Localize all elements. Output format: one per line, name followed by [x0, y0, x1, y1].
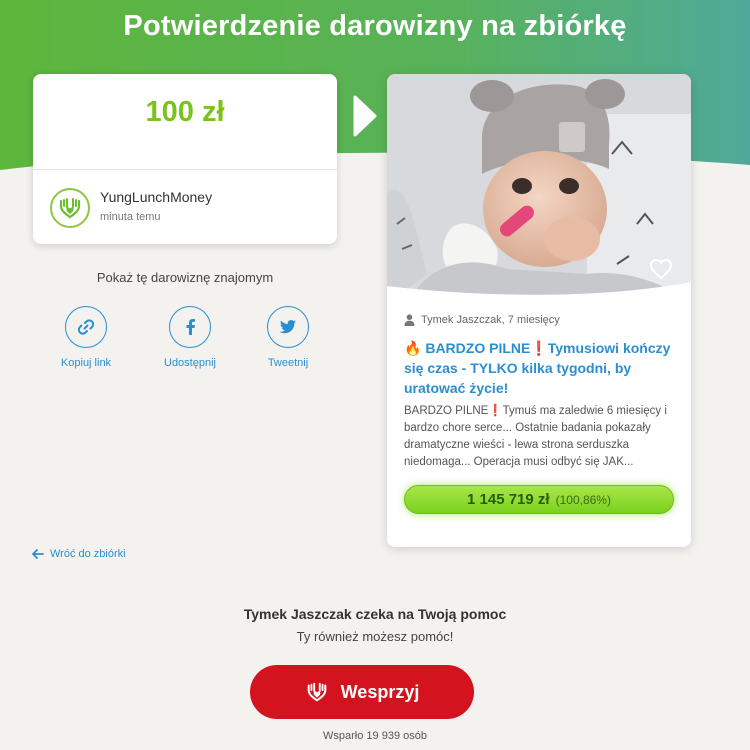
back-link-label: Wróć do zbiórki: [50, 548, 126, 560]
divider: [33, 169, 337, 170]
raised-amount: 1 145 719 zł: [467, 491, 550, 508]
back-to-fundraiser-link[interactable]: Wróć do zbiórki: [32, 548, 126, 560]
helping-hands-heart-icon: [307, 682, 326, 702]
favorite-button[interactable]: [649, 258, 673, 285]
author-text: Tymek Jaszczak, 7 miesięcy: [421, 314, 560, 326]
helping-hands-heart-icon: [59, 198, 81, 219]
fundraiser-progress: 1 145 719 zł (100,86%): [404, 485, 674, 514]
triangle-right-icon: [352, 94, 378, 143]
share-title: Pokaż tę darowiznę znajomym: [96, 270, 274, 285]
facebook-share-label: Udostępnij: [164, 357, 216, 369]
donation-amount: 100 zł: [145, 96, 225, 128]
fundraiser-photo: [387, 74, 691, 295]
fundraiser-description: BARDZO PILNE❗Tymuś ma zaledwie 6 miesięc…: [404, 405, 667, 468]
fundraiser-card[interactable]: Tymek Jaszczak, 7 miesięcy 🔥 BARDZO PILN…: [387, 74, 691, 547]
twitter-share-button[interactable]: Tweetnij: [243, 306, 333, 369]
donor-name: YungLunchMoney: [100, 189, 213, 205]
page-title: Potwierdzenie darowizny na zbiórkę: [123, 10, 627, 42]
support-button[interactable]: Wesprzyj: [250, 665, 474, 719]
twitter-icon: [267, 306, 309, 348]
arrow-left-icon: [32, 549, 44, 559]
copy-link-button[interactable]: Kopiuj link: [41, 306, 131, 369]
link-icon: [65, 306, 107, 348]
fundraiser-author: Tymek Jaszczak, 7 miesięcy: [404, 314, 560, 326]
facebook-icon: [169, 306, 211, 348]
fundraiser-title[interactable]: 🔥 BARDZO PILNE❗Tymusiowi kończy się czas…: [404, 338, 679, 398]
supporters-count: Wsparło 19 939 osób: [323, 730, 427, 742]
donation-time: minuta temu: [100, 211, 161, 223]
fire-icon: 🔥: [404, 340, 422, 356]
heart-outline-icon: [649, 258, 673, 280]
support-button-label: Wesprzyj: [340, 681, 420, 702]
raised-percent: (100,86%): [555, 492, 611, 507]
donation-card: 100 zł YungLunchMoney minuta temu: [33, 74, 337, 244]
you-can-help-subtitle: Ty również możesz pomóc!: [296, 629, 454, 644]
waits-for-help-title: Tymek Jaszczak czeka na Twoją pomoc: [243, 606, 507, 622]
facebook-share-button[interactable]: Udostępnij: [145, 306, 235, 369]
donor-avatar: [50, 188, 90, 228]
copy-link-label: Kopiuj link: [60, 357, 112, 369]
fundraiser-title-text: BARDZO PILNE❗Tymusiowi kończy się czas -…: [404, 340, 671, 396]
person-icon: [404, 314, 415, 326]
twitter-share-label: Tweetnij: [267, 357, 309, 369]
